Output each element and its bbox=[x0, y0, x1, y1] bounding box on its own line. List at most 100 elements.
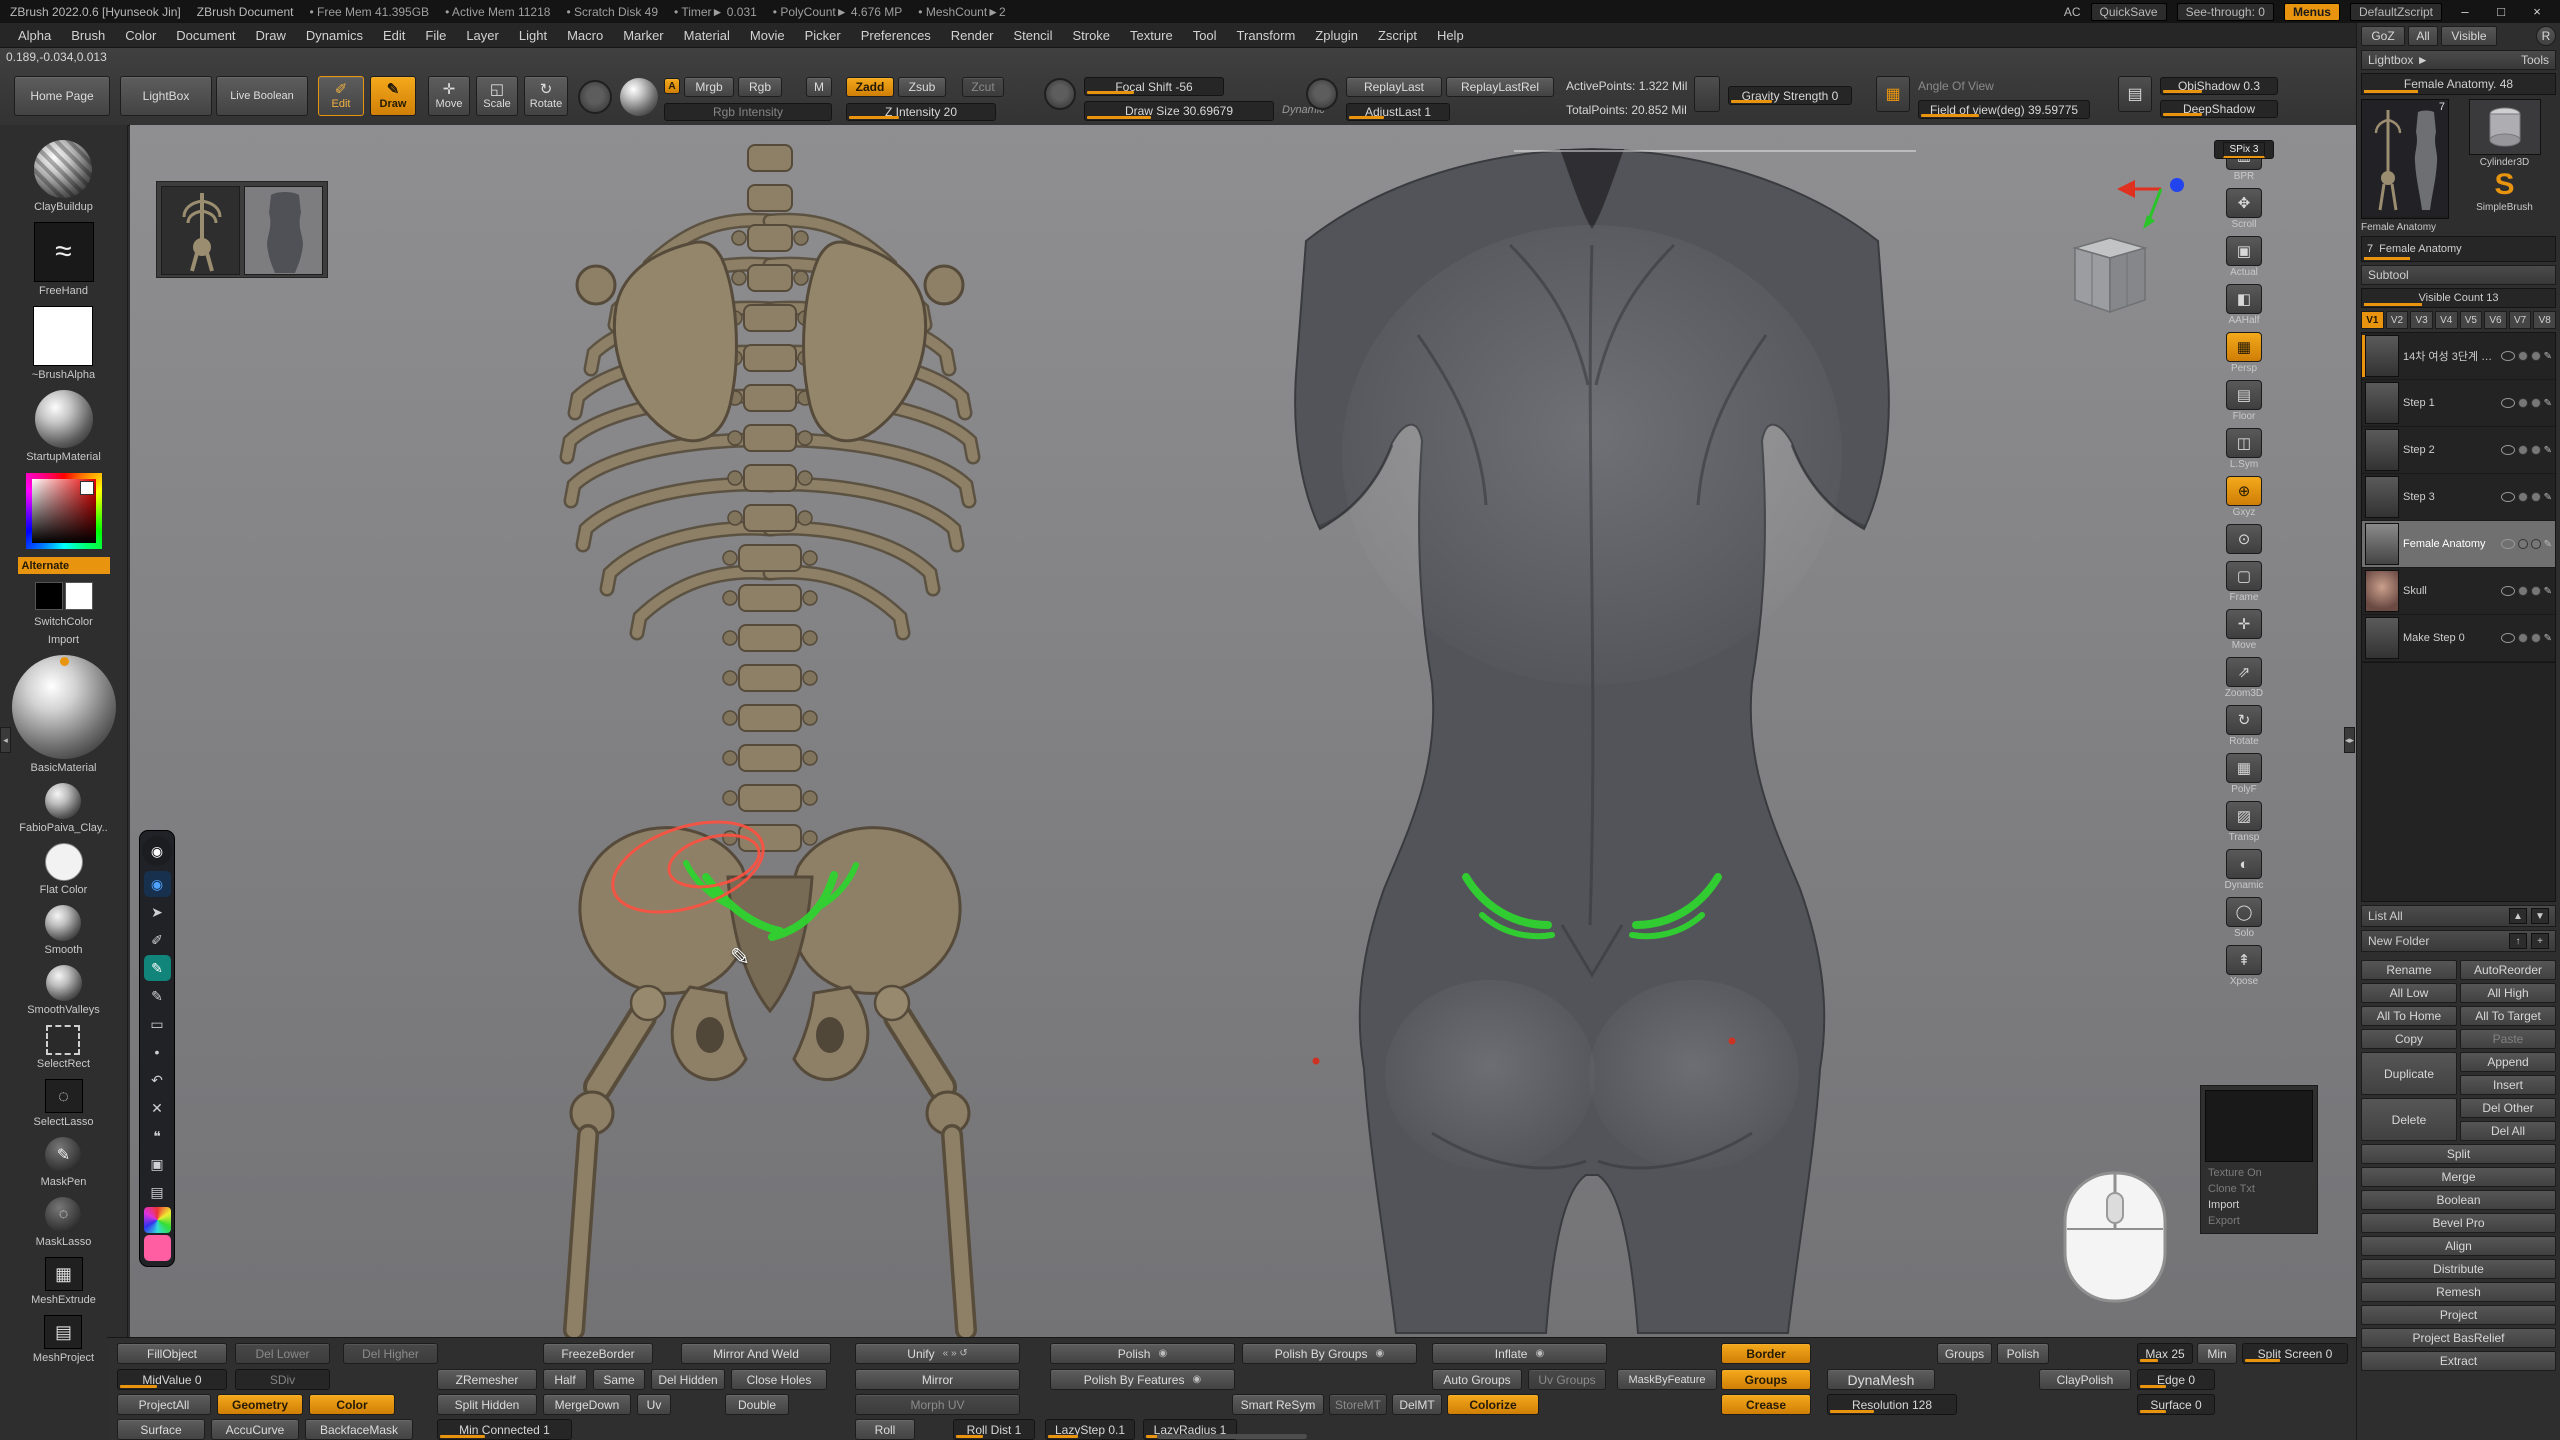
pen-icon[interactable]: ✐ bbox=[144, 927, 171, 953]
persp-button[interactable]: ▦ Persp bbox=[2214, 332, 2274, 374]
dynamesh-polish-button[interactable]: Polish bbox=[1997, 1343, 2049, 1364]
version-tab[interactable]: V4 bbox=[2435, 311, 2458, 329]
palette-icon[interactable] bbox=[45, 905, 81, 941]
actual-button[interactable]: ▣ Actual bbox=[2214, 236, 2274, 278]
autoreorder-button[interactable]: AutoReorder bbox=[2460, 960, 2556, 980]
copy-icon[interactable]: ▣ bbox=[144, 1151, 171, 1177]
shelf-icon[interactable]: ↻ bbox=[2226, 705, 2262, 735]
trash-icon[interactable]: ✕ bbox=[144, 1095, 171, 1121]
field-of-view-slider[interactable]: Field of view(deg) 39.59775 bbox=[1918, 100, 2090, 119]
menu-item[interactable]: Brush bbox=[61, 28, 115, 43]
palette-icon[interactable]: ◌ bbox=[45, 1197, 81, 1233]
annotation-app-icon[interactable]: ◉ bbox=[142, 836, 172, 866]
replay-knob-icon[interactable] bbox=[1306, 78, 1338, 110]
dynamic-button[interactable]: ◐ Dynamic bbox=[2214, 849, 2274, 891]
uv-icon[interactable] bbox=[2531, 351, 2541, 361]
mesh-preview[interactable] bbox=[2055, 230, 2165, 330]
sdiv-slider[interactable]: SDiv bbox=[235, 1369, 330, 1390]
default-zscript-button[interactable]: DefaultZscript bbox=[2350, 3, 2442, 21]
zsub-button[interactable]: Zsub bbox=[898, 77, 946, 97]
dynamesh-button[interactable]: DynaMesh bbox=[1827, 1369, 1935, 1390]
paste-button[interactable]: Paste bbox=[2460, 1029, 2556, 1049]
insert-button[interactable]: Insert bbox=[2460, 1075, 2556, 1095]
cursor-icon[interactable]: ➤ bbox=[144, 899, 171, 925]
shelf-icon[interactable]: ▦ bbox=[2226, 332, 2262, 362]
roll-button[interactable]: Roll bbox=[855, 1419, 915, 1440]
append-button[interactable]: Append bbox=[2460, 1052, 2556, 1072]
local-symmetry-button[interactable]: ◫ L.Sym bbox=[2214, 428, 2274, 470]
main-color-swatch[interactable] bbox=[35, 582, 63, 610]
tool-selectrect[interactable]: SelectRect bbox=[37, 1025, 90, 1070]
tool-meshproject[interactable]: ▤ MeshProject bbox=[33, 1315, 94, 1364]
palette-icon[interactable]: ▦ bbox=[45, 1257, 83, 1291]
tool-meshextrude[interactable]: ▦ MeshExtrude bbox=[31, 1257, 96, 1306]
resolution-slider[interactable]: Resolution 128 bbox=[1827, 1394, 1957, 1415]
delmt-button[interactable]: DelMT bbox=[1392, 1394, 1442, 1415]
polypaint-icon[interactable] bbox=[2518, 492, 2528, 502]
move-up-icon[interactable]: ▲ bbox=[2509, 908, 2527, 924]
backfacemask-button[interactable]: BackfaceMask bbox=[305, 1419, 413, 1440]
half-button[interactable]: Half bbox=[543, 1369, 587, 1390]
cylinder3d-thumbnail[interactable] bbox=[2469, 99, 2541, 155]
deep-shadow-slider[interactable]: DeepShadow bbox=[2160, 100, 2278, 118]
menu-item[interactable]: Tool bbox=[1183, 28, 1227, 43]
subtool-row[interactable]: Step 3 ✎ bbox=[2362, 474, 2555, 521]
shelf-icon[interactable]: ⊙ bbox=[2226, 524, 2262, 554]
projectall-button[interactable]: ProjectAll bbox=[117, 1394, 211, 1415]
menus-button[interactable]: Menus bbox=[2284, 3, 2340, 21]
mask-by-feature-button[interactable]: MaskByFeature bbox=[1617, 1369, 1717, 1390]
claypolish-button[interactable]: ClayPolish bbox=[2039, 1369, 2131, 1390]
shelf-icon[interactable]: ◫ bbox=[2226, 428, 2262, 458]
shelf-icon[interactable]: ▨ bbox=[2226, 801, 2262, 831]
document-canvas[interactable]: ✎ bbox=[130, 125, 2356, 1337]
version-tab[interactable]: V3 bbox=[2410, 311, 2433, 329]
folder-add-icon[interactable]: + bbox=[2531, 933, 2549, 949]
rgb-button[interactable]: Rgb bbox=[738, 77, 782, 97]
aahalf-button[interactable]: ◧ AAHalf bbox=[2214, 284, 2274, 326]
version-tab[interactable]: V2 bbox=[2386, 311, 2409, 329]
eye-icon[interactable] bbox=[2501, 445, 2515, 455]
tool-flat-color[interactable]: Flat Color bbox=[40, 843, 88, 896]
zadd-button[interactable]: Zadd bbox=[846, 77, 894, 97]
current-tool-thumbnail[interactable]: 7 bbox=[2361, 99, 2449, 219]
shelf-icon[interactable]: ⊕ bbox=[2226, 476, 2262, 506]
split-hidden-button[interactable]: Split Hidden bbox=[437, 1394, 537, 1415]
section-button[interactable]: Project bbox=[2361, 1305, 2556, 1325]
stroke-preview-icon[interactable] bbox=[578, 80, 612, 114]
active-pen-icon[interactable]: ✎ bbox=[144, 955, 171, 981]
section-button[interactable]: Align bbox=[2361, 1236, 2556, 1256]
edit-subtool-icon[interactable]: ✎ bbox=[2544, 445, 2552, 456]
pencil-icon[interactable]: ✎ bbox=[144, 983, 171, 1009]
scale-mode-button[interactable]: ◱Scale bbox=[476, 76, 518, 116]
gravity-icon[interactable] bbox=[1694, 76, 1720, 112]
color-palette-icon[interactable] bbox=[144, 1207, 171, 1233]
shelf-icon[interactable]: ⇗ bbox=[2226, 657, 2262, 687]
rotate-canvas-button[interactable]: ↻ Rotate bbox=[2214, 705, 2274, 747]
uv-icon[interactable] bbox=[2531, 445, 2541, 455]
shelf-icon[interactable]: ▦ bbox=[2226, 753, 2262, 783]
dock-scrollbar[interactable] bbox=[1157, 1434, 1307, 1439]
subtool-thumbnail[interactable] bbox=[2365, 570, 2399, 612]
list-all-bar[interactable]: List All ▲ ▼ bbox=[2361, 905, 2556, 927]
geometry-button[interactable]: Geometry bbox=[217, 1394, 303, 1415]
move-canvas-button[interactable]: ✛ Move bbox=[2214, 609, 2274, 651]
groups-button[interactable]: Groups bbox=[1721, 1369, 1811, 1390]
polypaint-icon[interactable] bbox=[2518, 633, 2528, 643]
edit-subtool-icon[interactable]: ✎ bbox=[2544, 586, 2552, 597]
simplebrush-icon[interactable]: S bbox=[2494, 170, 2514, 200]
material-basic[interactable]: BasicMaterial bbox=[12, 655, 116, 774]
shelf-icon[interactable]: ▣ bbox=[2226, 236, 2262, 266]
color-import-button[interactable]: Import bbox=[48, 634, 79, 646]
see-through-slider[interactable]: See-through: 0 bbox=[2177, 3, 2274, 21]
eye-icon[interactable] bbox=[2501, 398, 2515, 408]
goz-button[interactable]: GoZ bbox=[2361, 26, 2405, 46]
section-button[interactable]: Merge bbox=[2361, 1167, 2556, 1187]
edit-subtool-icon[interactable]: ✎ bbox=[2544, 492, 2552, 503]
section-button[interactable]: Bevel Pro bbox=[2361, 1213, 2556, 1233]
storemt-button[interactable]: StoreMT bbox=[1329, 1394, 1387, 1415]
del-all-button[interactable]: Del All bbox=[2460, 1121, 2556, 1141]
subtool-row[interactable]: Skull ✎ bbox=[2362, 568, 2555, 615]
palette-icon[interactable] bbox=[34, 140, 92, 198]
freezeborder-button[interactable]: FreezeBorder bbox=[543, 1343, 653, 1364]
polypaint-icon[interactable] bbox=[2518, 539, 2528, 549]
